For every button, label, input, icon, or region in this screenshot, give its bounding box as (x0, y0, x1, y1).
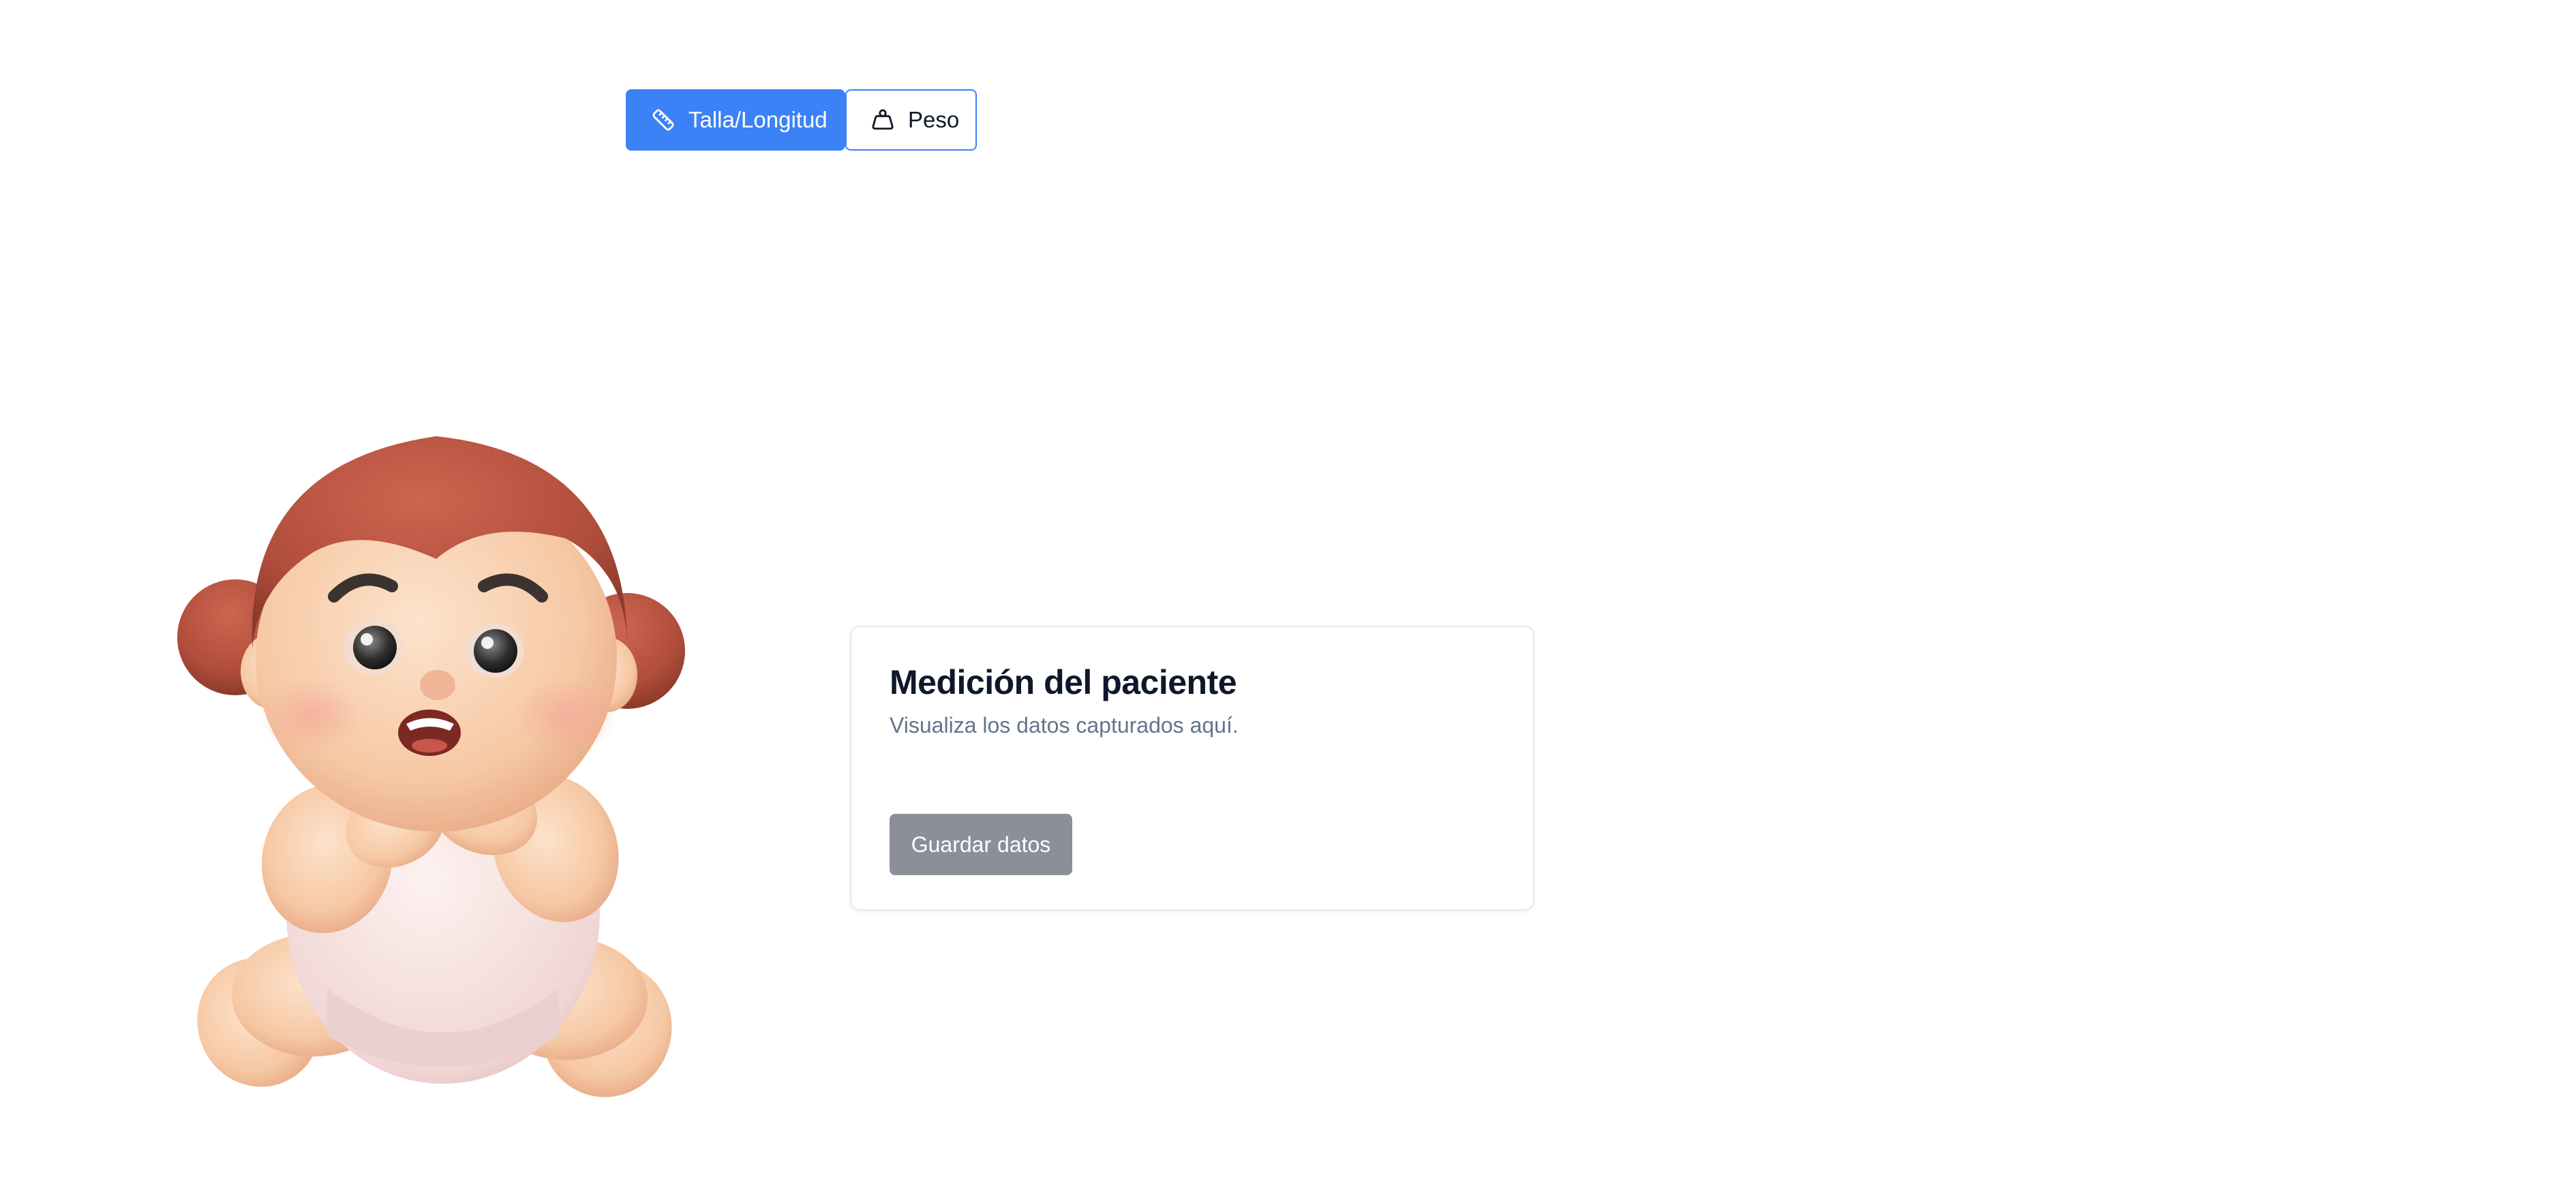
tab-length[interactable]: Talla/Longitud (626, 89, 845, 151)
tab-length-label: Talla/Longitud (688, 107, 828, 132)
measurement-card: Medición del paciente Visualiza los dato… (850, 626, 1534, 911)
save-data-button[interactable]: Guardar datos (890, 814, 1072, 875)
measurement-type-toggle: Talla/Longitud Peso (626, 89, 977, 151)
baby-illustration (157, 423, 723, 1104)
tab-weight-label: Peso (908, 107, 960, 132)
tab-weight[interactable]: Peso (845, 89, 977, 151)
card-subtitle: Visualiza los datos capturados aquí. (890, 713, 1239, 738)
card-title: Medición del paciente (890, 663, 1237, 701)
page: Talla/Longitud Peso Medición del pacient… (0, 0, 2576, 1186)
weight-icon (871, 108, 894, 132)
ruler-icon (652, 108, 675, 132)
